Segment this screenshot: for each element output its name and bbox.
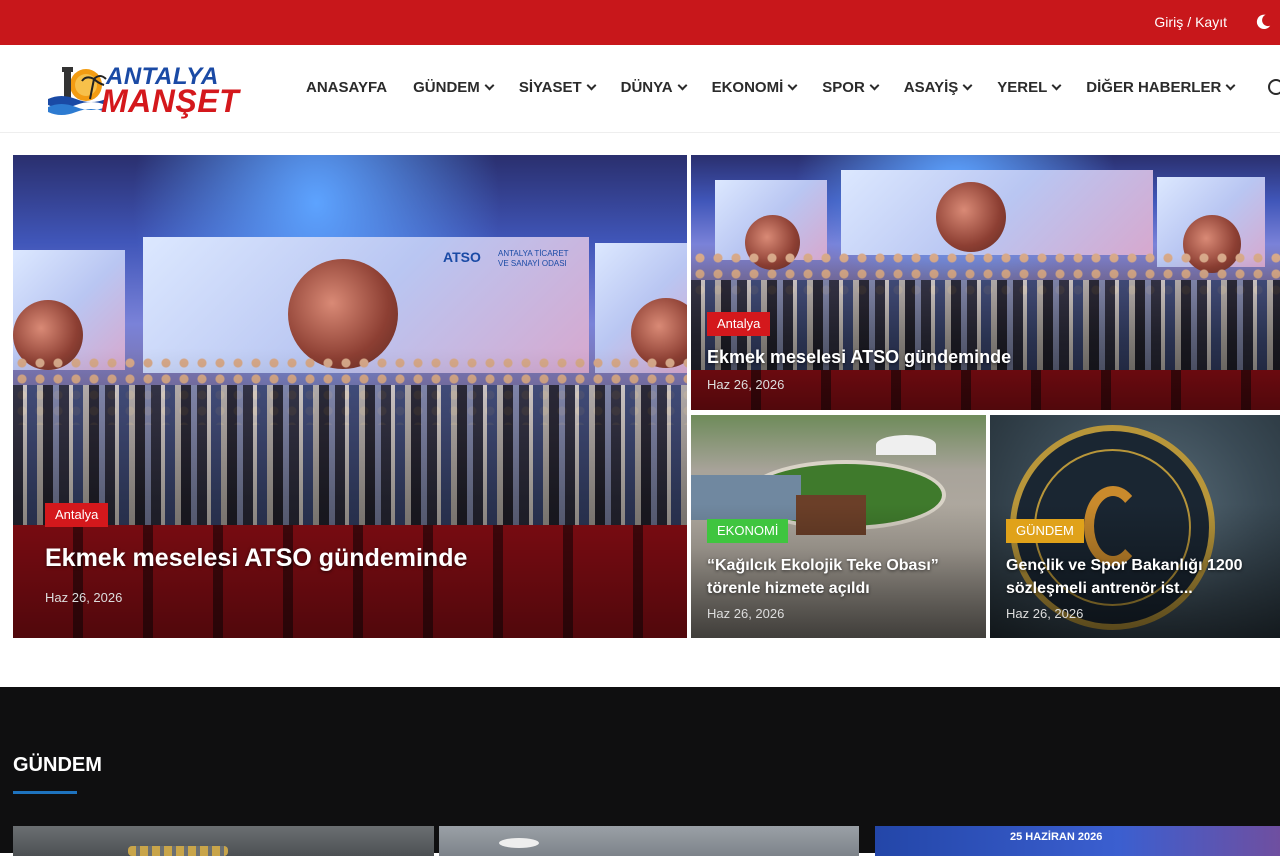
chevron-down-icon (869, 80, 880, 91)
register-link[interactable]: Kayıt (1195, 14, 1227, 30)
hero-tr-screen (841, 170, 1153, 255)
chevron-down-icon (484, 80, 495, 91)
logo-sun-tower-icon (48, 67, 107, 115)
category-badge[interactable]: EKONOMİ (707, 519, 789, 543)
gundem-thumb-1[interactable] (13, 826, 434, 856)
nav-label: ANASAYFA (306, 79, 388, 96)
site-logo[interactable]: ANTALYA MANŞET (46, 63, 239, 119)
hero-bottom-right-card[interactable]: GÜNDEM Gençlik ve Spor Bakanlığı 1200 sö… (990, 415, 1280, 638)
card-date: Haz 26, 2026 (45, 590, 123, 605)
top-bar: Giriş / Kayıt (0, 0, 1280, 45)
screen-brand: ATSO (443, 249, 481, 265)
card-date: Haz 26, 2026 (707, 377, 785, 392)
nav-label: SİYASET (518, 79, 582, 96)
nav-label: DİĞER HABERLER (1086, 79, 1222, 96)
gundem-thumb-2[interactable] (439, 826, 859, 856)
nav-label: ASAYİŞ (903, 79, 959, 96)
chevron-down-icon (962, 80, 973, 91)
chevron-down-icon (1225, 80, 1236, 91)
category-badge[interactable]: Antalya (45, 503, 109, 527)
card-date: Haz 26, 2026 (707, 606, 785, 621)
hero-tr-side-screen-left (715, 180, 827, 270)
nav-label: DÜNYA (620, 79, 673, 96)
card-title[interactable]: Ekmek meselesi ATSO gündeminde (45, 544, 665, 573)
logo-text-manset: MANŞET (101, 83, 240, 119)
park-tent (876, 435, 936, 455)
hero-bottom-left-card[interactable]: EKONOMİ “Kağılcık Ekolojik Teke Obası” t… (691, 415, 986, 638)
nav-item-dunya[interactable]: DÜNYA (620, 79, 688, 96)
nav-item-asayis[interactable]: ASAYİŞ (903, 79, 973, 96)
chevron-down-icon (677, 80, 688, 91)
search-icon[interactable] (1268, 79, 1280, 95)
card-title[interactable]: “Kağılcık Ekolojik Teke Obası” törenle h… (707, 554, 975, 600)
nav-label: GÜNDEM (413, 79, 480, 96)
auth-separator: / (1187, 14, 1192, 30)
site-header: ANTALYA MANŞET ANASAYFA GÜNDEM SİYASET D… (0, 45, 1280, 133)
thumb-jewelry (128, 846, 228, 856)
nav-label: EKONOMİ (711, 79, 784, 96)
thumb-light (499, 838, 539, 848)
nav-item-gundem[interactable]: GÜNDEM (413, 79, 495, 96)
main-nav: ANASAYFA GÜNDEM SİYASET DÜNYA EKONOMİ SP… (306, 79, 1260, 96)
category-badge[interactable]: GÜNDEM (1006, 519, 1084, 543)
screen-org-line1: ANTALYA TİCARET (498, 249, 569, 258)
chevron-down-icon (1051, 80, 1062, 91)
nav-label: SPOR (822, 79, 865, 96)
nav-label: YEREL (997, 79, 1048, 96)
section-title-underline (13, 791, 77, 794)
auth-links: Giriş / Kayıt (1154, 14, 1227, 30)
screen-org-line2: VE SANAYİ ODASI (498, 259, 567, 268)
bread-image (936, 182, 1006, 252)
card-title[interactable]: Ekmek meselesi ATSO gündeminde (707, 347, 1267, 368)
login-link[interactable]: Giriş (1154, 14, 1183, 30)
moon-icon[interactable] (1254, 13, 1272, 31)
chevron-down-icon (787, 80, 798, 91)
nav-item-ekonomi[interactable]: EKONOMİ (711, 79, 798, 96)
nav-item-anasayfa[interactable]: ANASAYFA (306, 79, 387, 96)
section-title[interactable]: GÜNDEM (13, 754, 102, 777)
category-badge[interactable]: Antalya (707, 312, 771, 336)
nav-item-diger-haberler[interactable]: DİĞER HABERLER (1086, 79, 1236, 96)
gundem-thumb-3[interactable]: 25 HAZİRAN 2026 (875, 826, 1280, 856)
card-date: Haz 26, 2026 (1006, 606, 1084, 621)
chevron-down-icon (586, 80, 597, 91)
hero-main-card[interactable]: ATSO ANTALYA TİCARET VE SANAYİ ODASI Ant… (13, 155, 687, 638)
nav-item-siyaset[interactable]: SİYASET (518, 79, 597, 96)
thumb-date-text: 25 HAZİRAN 2026 (1010, 831, 1103, 843)
nav-item-spor[interactable]: SPOR (822, 79, 880, 96)
hero-top-right-card[interactable]: Antalya Ekmek meselesi ATSO gündeminde H… (691, 155, 1280, 410)
nav-item-yerel[interactable]: YEREL (997, 79, 1062, 96)
card-title[interactable]: Gençlik ve Spor Bakanlığı 1200 sözleşmel… (1006, 554, 1271, 600)
